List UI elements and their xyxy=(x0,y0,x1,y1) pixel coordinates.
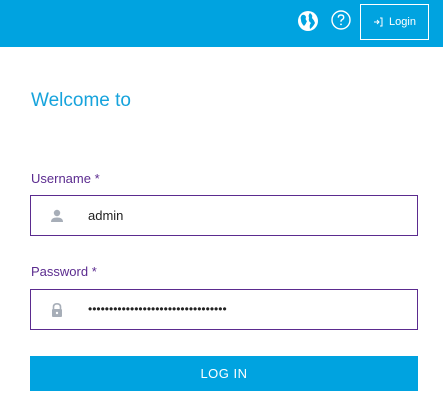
password-label: Password * xyxy=(31,264,97,279)
login-button[interactable]: Login xyxy=(360,4,429,40)
lock-icon xyxy=(52,302,62,317)
page-title: Welcome to xyxy=(31,90,131,111)
login-arrow-icon xyxy=(374,17,383,27)
username-label: Username * xyxy=(31,171,100,186)
person-icon xyxy=(51,209,63,222)
help-circle-icon[interactable] xyxy=(331,10,351,30)
top-bar: Login xyxy=(0,0,443,47)
login-button-label: Login xyxy=(389,16,416,28)
username-value: admin xyxy=(88,208,124,223)
username-field[interactable]: admin xyxy=(30,195,418,236)
log-in-button[interactable]: LOG IN xyxy=(30,356,418,391)
password-field[interactable]: ••••••••••••••••••••••••••••••••• xyxy=(30,289,418,330)
password-value: ••••••••••••••••••••••••••••••••• xyxy=(88,302,227,316)
globe-icon[interactable] xyxy=(297,10,319,32)
